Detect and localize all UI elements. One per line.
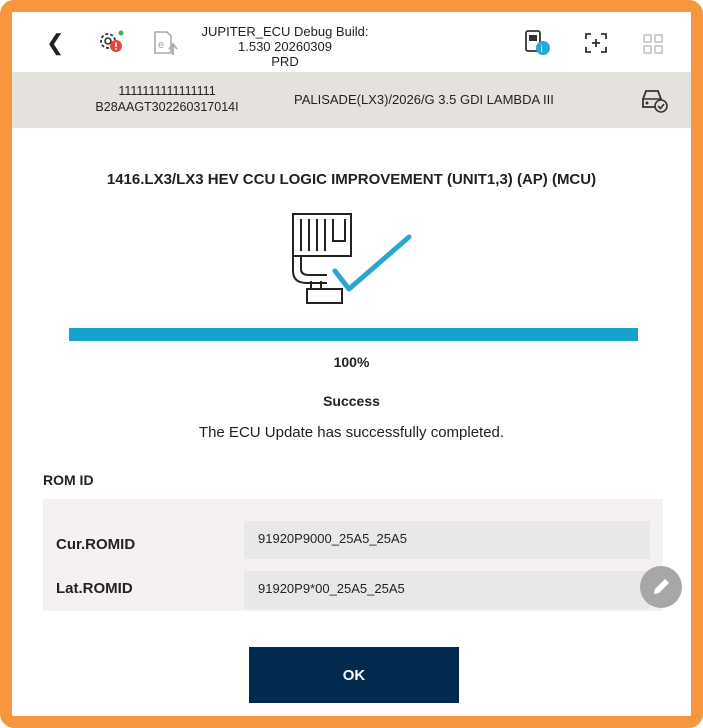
vehicle-id-line1: 1111111111111111 bbox=[118, 84, 216, 98]
export-icon[interactable]: e bbox=[151, 29, 181, 57]
vehicle-name: PALISADE(LX3)/2026/G 3.5 GDI LAMBDA III bbox=[294, 92, 554, 107]
rom-id-panel: Cur.ROMID 91920P9000_25A5_25A5 Lat.ROMID… bbox=[43, 499, 663, 611]
settings-alert-icon[interactable] bbox=[96, 27, 126, 57]
cur-romid-label: Cur.ROMID bbox=[56, 536, 136, 553]
update-message: The ECU Update has successfully complete… bbox=[198, 424, 505, 441]
top-bar: ❮ e JUPITER_ECU Debug Build: 1.530 20260… bbox=[12, 12, 691, 72]
svg-text:e: e bbox=[158, 39, 164, 51]
app-title: JUPITER_ECU Debug Build: 1.530 20260309 … bbox=[200, 24, 370, 69]
lat-romid-value: 91920P9*00_25A5_25A5 bbox=[244, 571, 650, 609]
svg-text:i: i bbox=[541, 44, 543, 55]
app-title-line2: PRD bbox=[271, 54, 299, 69]
ecu-success-illustration bbox=[292, 213, 412, 304]
edit-fab[interactable] bbox=[640, 566, 682, 608]
device-info-icon[interactable]: i bbox=[522, 28, 554, 58]
lat-romid-label: Lat.ROMID bbox=[56, 580, 133, 597]
screen: ❮ e JUPITER_ECU Debug Build: 1.530 20260… bbox=[12, 12, 691, 716]
ok-button[interactable]: OK bbox=[249, 647, 459, 703]
car-check-icon[interactable] bbox=[638, 86, 670, 114]
chevron-left-icon[interactable]: ❮ bbox=[46, 32, 64, 54]
screen-capture-icon[interactable] bbox=[583, 31, 609, 55]
update-progress-fill bbox=[69, 328, 638, 341]
pencil-icon bbox=[654, 579, 669, 594]
vehicle-id: 1111111111111111 B28AAGT302260317014I bbox=[72, 83, 262, 115]
cur-romid-value: 91920P9000_25A5_25A5 bbox=[244, 521, 650, 559]
rom-id-title: ROM ID bbox=[43, 472, 94, 488]
update-title: 1416.LX3/LX3 HEV CCU LOGIC IMPROVEMENT (… bbox=[106, 171, 597, 188]
grid-menu-icon[interactable] bbox=[642, 33, 664, 55]
vehicle-info-bar: 1111111111111111 B28AAGT302260317014I PA… bbox=[12, 72, 691, 128]
app-title-line1: JUPITER_ECU Debug Build: 1.530 20260309 bbox=[201, 24, 369, 54]
vehicle-id-line2: B28AAGT302260317014I bbox=[95, 100, 239, 114]
update-status: Success bbox=[323, 393, 380, 409]
progress-percent: 100% bbox=[333, 354, 370, 370]
app-frame: ❮ e JUPITER_ECU Debug Build: 1.530 20260… bbox=[0, 0, 703, 728]
update-progress-bar bbox=[69, 328, 638, 341]
